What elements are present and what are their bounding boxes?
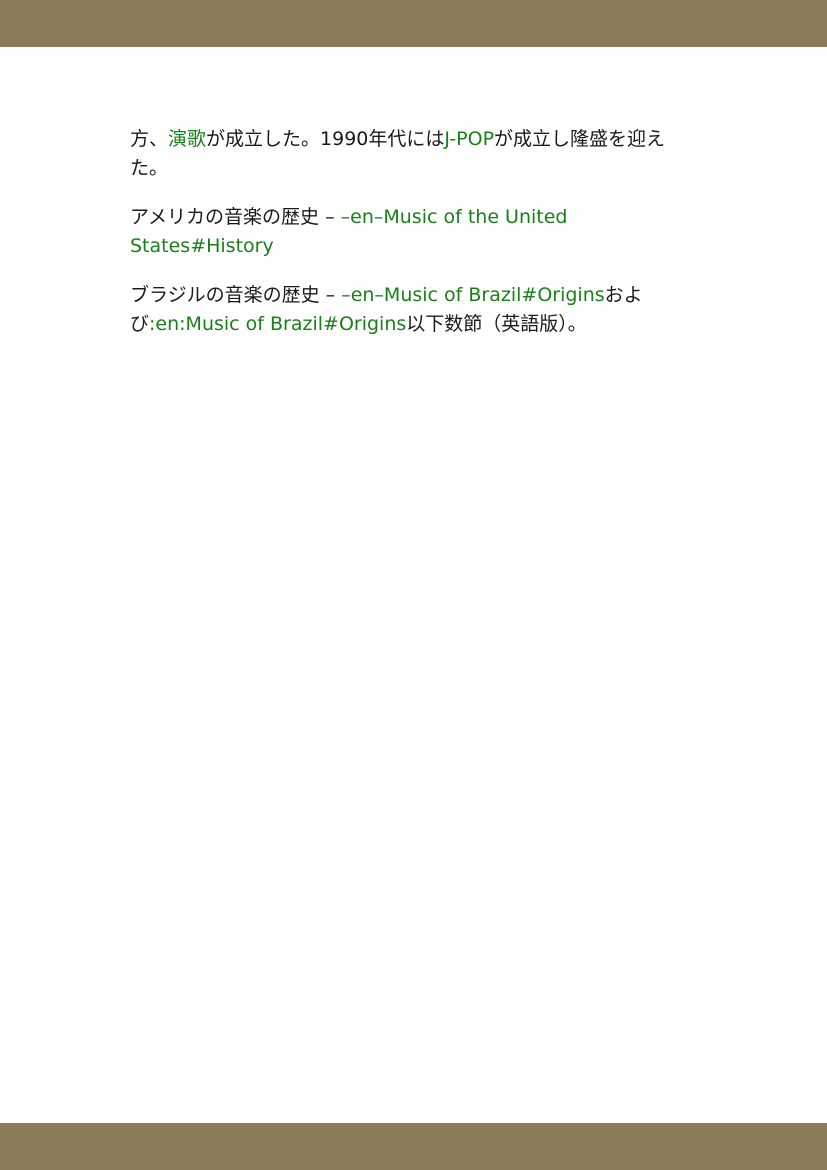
text-segment: 以下数節（英語版）。 bbox=[406, 313, 587, 335]
paragraph-brazil-music-history: ブラジルの音楽の歴史 – –en–Music of Brazil#Origins… bbox=[130, 281, 690, 339]
top-band bbox=[0, 0, 827, 47]
text-segment: が成立した。1990年代には bbox=[206, 128, 445, 150]
paragraph-enka-jpop: 方、演歌が成立した。1990年代にはJ-POPが成立し隆盛を迎えた。 bbox=[130, 125, 690, 183]
link-music-of-brazil-2[interactable]: :en:Music of Brazil#Origins bbox=[149, 313, 406, 335]
paragraph-us-music-history: アメリカの音楽の歴史 – –en–Music of the United Sta… bbox=[130, 203, 690, 261]
link-music-of-brazil-1[interactable]: –en–Music of Brazil#Origins bbox=[341, 284, 604, 306]
link-jpop[interactable]: J-POP bbox=[444, 128, 494, 150]
text-segment: アメリカの音楽の歴史 – bbox=[130, 206, 341, 228]
text-segment: ブラジルの音楽の歴史 – bbox=[130, 284, 342, 306]
link-enka[interactable]: 演歌 bbox=[168, 128, 206, 150]
text-segment: 方、 bbox=[130, 128, 169, 150]
document-body: 方、演歌が成立した。1990年代にはJ-POPが成立し隆盛を迎えた。 アメリカの… bbox=[130, 125, 690, 359]
bottom-band bbox=[0, 1123, 827, 1170]
